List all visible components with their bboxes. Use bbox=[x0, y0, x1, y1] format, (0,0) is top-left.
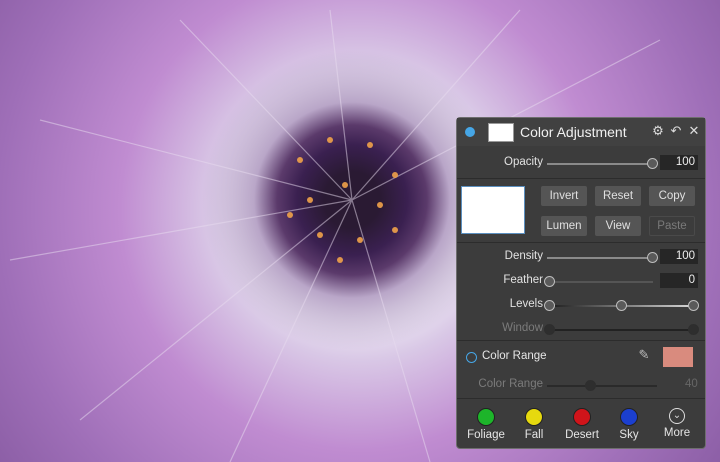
color-range-swatch[interactable] bbox=[663, 347, 693, 367]
levels-mid-handle[interactable] bbox=[616, 300, 627, 311]
color-range-label: Color Range bbox=[482, 350, 547, 362]
color-range-value: 40 bbox=[685, 378, 698, 390]
preset-foliage-swatch bbox=[477, 408, 495, 426]
opacity-slider-handle[interactable] bbox=[647, 158, 658, 169]
opacity-label: Opacity bbox=[504, 156, 543, 168]
panel-title: Color Adjustment bbox=[520, 124, 627, 140]
panel-header: Color Adjustment ⚙ ↶ ✕ bbox=[457, 118, 705, 146]
feather-value[interactable]: 0 bbox=[660, 273, 698, 288]
chevron-down-circle-icon: ⌄ bbox=[669, 408, 685, 424]
window-slider-track[interactable] bbox=[547, 329, 697, 331]
preset-fall-label: Fall bbox=[524, 429, 544, 441]
window-left-handle[interactable] bbox=[544, 324, 555, 335]
levels-label: Levels bbox=[509, 298, 543, 310]
view-button[interactable]: View bbox=[595, 216, 641, 236]
preset-fall[interactable]: Fall bbox=[509, 408, 559, 441]
preset-foliage[interactable]: Foliage bbox=[461, 408, 511, 441]
close-icon[interactable]: ✕ bbox=[686, 123, 702, 139]
preset-sky[interactable]: Sky bbox=[604, 408, 654, 441]
preset-more-label: More bbox=[663, 427, 691, 439]
layer-enabled-dot[interactable] bbox=[465, 127, 475, 137]
preset-foliage-label: Foliage bbox=[467, 429, 505, 441]
separator bbox=[457, 340, 705, 341]
density-label: Density bbox=[504, 250, 543, 262]
separator bbox=[457, 178, 705, 179]
preset-desert-swatch bbox=[573, 408, 591, 426]
feather-slider-handle[interactable] bbox=[544, 276, 555, 287]
opacity-slider-track[interactable] bbox=[547, 163, 653, 165]
paste-button[interactable]: Paste bbox=[649, 216, 695, 236]
preset-more[interactable]: ⌄ More bbox=[652, 408, 702, 439]
window-right-handle[interactable] bbox=[688, 324, 699, 335]
invert-button[interactable]: Invert bbox=[541, 186, 587, 206]
eyedropper-icon[interactable]: ✎ bbox=[635, 347, 653, 365]
copy-button[interactable]: Copy bbox=[649, 186, 695, 206]
opacity-value[interactable]: 100 bbox=[660, 155, 698, 170]
lumen-button[interactable]: Lumen bbox=[541, 216, 587, 236]
color-range-slider-label: Color Range bbox=[478, 378, 543, 390]
window-label: Window bbox=[502, 322, 543, 334]
separator bbox=[457, 398, 705, 399]
density-slider-track[interactable] bbox=[547, 257, 653, 259]
preset-desert[interactable]: Desert bbox=[557, 408, 607, 441]
levels-black-handle[interactable] bbox=[544, 300, 555, 311]
separator bbox=[457, 242, 705, 243]
mask-thumbnail[interactable] bbox=[488, 123, 514, 142]
color-adjustment-panel: Color Adjustment ⚙ ↶ ✕ Opacity 100 Inver… bbox=[456, 117, 706, 449]
mask-preview bbox=[461, 186, 525, 234]
preset-desert-label: Desert bbox=[565, 429, 599, 441]
preset-sky-label: Sky bbox=[619, 429, 639, 441]
color-range-slider-track[interactable] bbox=[547, 385, 657, 387]
gear-icon[interactable]: ⚙ bbox=[650, 123, 666, 139]
density-value[interactable]: 100 bbox=[660, 249, 698, 264]
color-range-slider-handle[interactable] bbox=[585, 380, 596, 391]
feather-slider-track[interactable] bbox=[547, 281, 653, 283]
undo-icon[interactable]: ↶ bbox=[668, 123, 684, 139]
reset-button[interactable]: Reset bbox=[595, 186, 641, 206]
preset-sky-swatch bbox=[620, 408, 638, 426]
color-range-toggle[interactable] bbox=[466, 352, 477, 363]
levels-white-handle[interactable] bbox=[688, 300, 699, 311]
feather-label: Feather bbox=[503, 274, 543, 286]
density-slider-handle[interactable] bbox=[647, 252, 658, 263]
preset-fall-swatch bbox=[525, 408, 543, 426]
